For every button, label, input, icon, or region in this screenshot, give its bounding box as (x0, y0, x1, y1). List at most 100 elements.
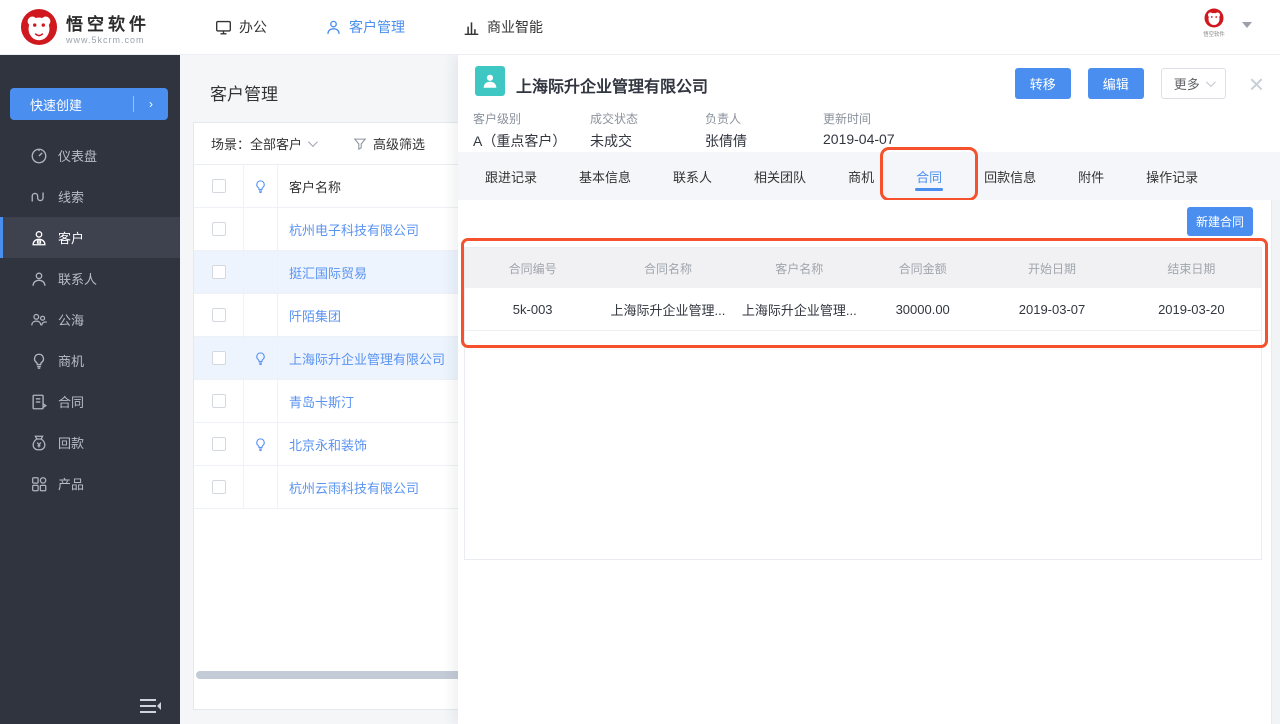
row-checkbox[interactable] (211, 394, 226, 408)
customer-link[interactable]: 北京永和装饰 (289, 438, 367, 453)
nav-label-customer-management: 客户管理 (349, 19, 405, 35)
col-header-end-date: 结束日期 (1167, 261, 1216, 276)
contract-no: 5k-003 (512, 301, 553, 317)
nav-item-customer-management[interactable]: 客户管理 (325, 17, 405, 37)
contract-start-date: 2019-03-07 (1018, 301, 1086, 317)
customer-row[interactable]: 北京永和装饰 (194, 423, 458, 466)
sidebar-item-leads[interactable]: 线索 (0, 176, 180, 217)
sidebar-item-products[interactable]: 产品 (0, 463, 180, 504)
tab-opportunities[interactable]: 商机 (827, 152, 895, 200)
lightbulb-flag-icon (256, 179, 265, 193)
chevron-down-icon (1205, 77, 1216, 88)
sidebar-item-public-pool[interactable]: 公海 (0, 299, 180, 340)
customer-link[interactable]: 杭州电子科技有限公司 (289, 223, 419, 238)
customer-link[interactable]: 上海际升企业管理有限公司 (289, 352, 445, 367)
sidebar-item-contracts[interactable]: 合同 (0, 381, 180, 422)
select-all-checkbox[interactable] (211, 179, 226, 193)
scene-dropdown[interactable]: 场景：全部客户 (211, 134, 318, 153)
chevron-right-icon: › (149, 97, 153, 111)
contact-icon (32, 271, 46, 286)
nav-label-business-intelligence: 商业智能 (487, 19, 543, 35)
customer-link[interactable]: 杭州云雨科技有限公司 (289, 481, 419, 496)
row-checkbox[interactable] (211, 265, 226, 279)
nav-item-business-intelligence[interactable]: 商业智能 (463, 17, 543, 37)
app-logo[interactable]: 悟空软件 www.5kcrm.com (20, 8, 185, 46)
edit-button[interactable]: 编辑 (1087, 68, 1144, 99)
page-title: 客户管理 (210, 85, 278, 104)
customer-name-column-header: 客户名称 (289, 179, 342, 195)
tab-attachments[interactable]: 附件 (1057, 152, 1125, 200)
contracts-tab-content: 新建合同 合同编号 合同名称 客户名称 合同金额 开始日期 结束日期 5k-00… (458, 200, 1280, 724)
vertical-scrollbar[interactable] (1271, 200, 1280, 724)
more-button[interactable]: 更多 (1160, 68, 1226, 99)
row-checkbox[interactable] (211, 480, 226, 494)
customer-row[interactable]: 杭州云雨科技有限公司 (194, 466, 458, 509)
active-tab-underline (915, 188, 944, 191)
monitor-icon (216, 20, 231, 34)
top-navbar: 悟空软件 www.5kcrm.com 办公 客户管理 商业智能 悟空软件 (0, 0, 1280, 55)
user-caption: 悟空软件 (1203, 32, 1225, 38)
customer-link[interactable]: 青岛卡斯汀 (289, 395, 354, 410)
sidebar-label-contracts: 合同 (58, 395, 85, 410)
sidebar-item-dashboard[interactable]: 仪表盘 (0, 135, 180, 176)
customer-link[interactable]: 阡陌集团 (289, 309, 341, 324)
collapse-sidebar-icon[interactable] (138, 696, 162, 716)
col-header-start-date: 开始日期 (1028, 261, 1077, 276)
meta-value-deal-status: 未成交 (590, 133, 632, 149)
transfer-button[interactable]: 转移 (1014, 68, 1071, 99)
tab-contacts[interactable]: 联系人 (652, 152, 733, 200)
opportunity-bulb-icon (33, 353, 45, 369)
contract-table: 合同编号 合同名称 客户名称 合同金额 开始日期 结束日期 5k-003 上海际… (464, 247, 1262, 560)
sidebar-item-opportunities[interactable]: 商机 (0, 340, 180, 381)
logo-title: 悟空软件 (66, 14, 150, 34)
public-pool-icon (31, 313, 47, 326)
user-avatar (1204, 8, 1224, 28)
customer-row[interactable]: 青岛卡斯汀 (194, 380, 458, 423)
col-header-customer-name: 客户名称 (775, 261, 824, 276)
close-icon[interactable]: × (1249, 71, 1264, 97)
new-contract-button[interactable]: 新建合同 (1186, 207, 1253, 236)
customer-link[interactable]: 挺汇国际贸易 (289, 266, 367, 281)
customer-avatar (475, 66, 505, 96)
horizontal-scrollbar[interactable] (196, 671, 458, 679)
customer-row[interactable]: 挺汇国际贸易 (194, 251, 458, 294)
row-checkbox[interactable] (211, 437, 226, 451)
advanced-filter-button[interactable]: 高级筛选 (353, 134, 425, 153)
sidebar-item-customers[interactable]: 客户 (0, 217, 180, 258)
col-header-amount: 合同金额 (898, 261, 947, 276)
tab-payment-info[interactable]: 回款信息 (963, 152, 1057, 200)
quick-create-button[interactable]: 快速创建 › (10, 88, 168, 120)
sidebar-item-payments[interactable]: 回款 (0, 422, 180, 463)
sidebar-label-customers: 客户 (58, 231, 85, 246)
tab-related-team[interactable]: 相关团队 (733, 152, 827, 200)
customer-icon (32, 230, 46, 245)
customer-list-card: 场景：全部客户 高级筛选 客户名称 杭州电子科技有限公司 挺汇国际贸易 阡陌集团… (193, 122, 458, 710)
tab-activity-log[interactable]: 操作记录 (1125, 152, 1219, 200)
customer-row[interactable]: 阡陌集团 (194, 294, 458, 337)
tab-basic-info[interactable]: 基本信息 (558, 152, 652, 200)
contract-name: 上海际升企业管理... (610, 302, 726, 318)
customer-row[interactable]: 上海际升企业管理有限公司 (194, 337, 458, 380)
row-checkbox[interactable] (211, 351, 226, 365)
contract-table-header: 合同编号 合同名称 客户名称 合同金额 开始日期 结束日期 (465, 248, 1261, 288)
bar-chart-icon (464, 21, 479, 35)
tab-follow-up[interactable]: 跟进记录 (464, 152, 558, 200)
sidebar-item-contacts[interactable]: 联系人 (0, 258, 180, 299)
user-menu[interactable]: 悟空软件 (1194, 8, 1252, 38)
row-checkbox[interactable] (211, 222, 226, 236)
col-header-contract-no: 合同编号 (508, 261, 557, 276)
contract-row[interactable]: 5k-003 上海际升企业管理... 上海际升企业管理... 30000.00 … (465, 288, 1261, 331)
detail-tab-bar: 跟进记录 基本信息 联系人 相关团队 商机 合同 回款信息 附件 操作记录 (458, 147, 1280, 201)
nav-item-office[interactable]: 办公 (215, 17, 267, 37)
customer-row[interactable]: 杭州电子科技有限公司 (194, 208, 458, 251)
row-checkbox[interactable] (211, 308, 226, 322)
customer-table-header: 客户名称 (194, 165, 458, 208)
contract-amount: 30000.00 (895, 301, 950, 317)
sidebar-label-contacts: 联系人 (58, 272, 98, 287)
leads-icon (31, 192, 44, 201)
tab-contracts[interactable]: 合同 (880, 147, 979, 201)
meta-value-updated: 2019-04-07 (823, 131, 895, 147)
customer-list-panel: 客户管理 场景：全部客户 高级筛选 客户名称 杭州电子科技有限公司 挺汇国际贸易… (180, 55, 458, 724)
sidebar-label-payments: 回款 (58, 436, 85, 451)
lightbulb-flag-icon (256, 437, 265, 451)
